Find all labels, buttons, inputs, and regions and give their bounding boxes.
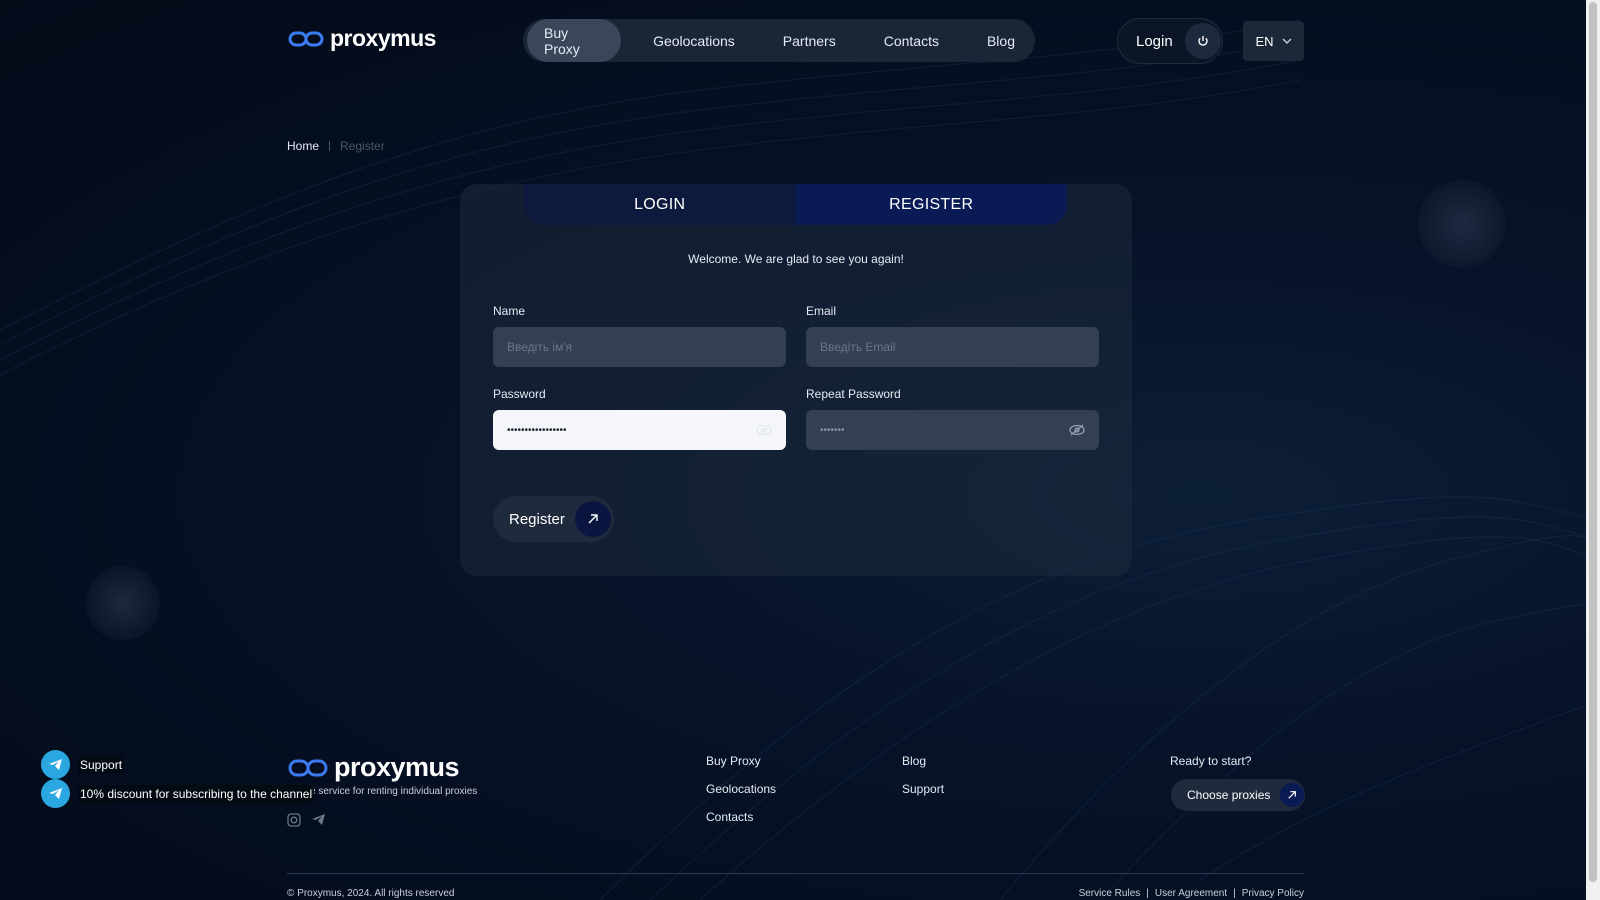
legal-link-user-agreement[interactable]: User Agreement	[1155, 888, 1227, 899]
password-field: Password •••••••••••••••••	[493, 387, 786, 450]
repeat-password-field: Repeat Password •••••••	[806, 387, 1099, 450]
telegram-icon	[41, 750, 70, 779]
tab-register[interactable]: REGISTER	[795, 184, 1067, 225]
tab-login[interactable]: LOGIN	[524, 184, 796, 225]
breadcrumb-current: Register	[340, 139, 385, 153]
arrow-up-right-icon	[574, 501, 611, 537]
password-value: •••••••••••••••••	[507, 424, 567, 436]
language-value: EN	[1255, 33, 1274, 49]
register-button[interactable]: Register	[493, 496, 614, 542]
repeat-password-value: •••••••	[820, 424, 845, 436]
logo-text: proxymus	[330, 25, 436, 51]
choose-proxies-button[interactable]: Choose proxies	[1171, 779, 1305, 811]
support-widget-label: Support	[78, 755, 125, 774]
telegram-icon[interactable]	[311, 813, 326, 826]
decorative-circle-right	[1418, 180, 1506, 268]
legal-links: Service Rules | User Agreement | Privacy…	[1079, 888, 1304, 899]
welcome-text: Welcome. We are glad to see you again!	[688, 252, 904, 266]
eye-off-icon[interactable]	[756, 424, 772, 436]
telegram-icon	[41, 779, 70, 808]
footer-links-col-1: Buy Proxy Geolocations Contacts	[706, 754, 776, 824]
decorative-circle-left	[86, 566, 160, 640]
copyright: © Proxymus, 2024. All rights reserved	[287, 888, 455, 899]
name-label: Name	[493, 304, 526, 318]
nav-item-partners[interactable]: Partners	[767, 19, 852, 62]
legal-link-privacy-policy[interactable]: Privacy Policy	[1242, 888, 1304, 899]
password-input[interactable]: •••••••••••••••••	[493, 410, 786, 450]
auth-tabs: LOGIN REGISTER	[524, 184, 1067, 225]
discount-widget-label: 10% discount for subscribing to the chan…	[78, 784, 315, 803]
breadcrumb-divider	[329, 141, 331, 151]
footer-link-blog[interactable]: Blog	[902, 754, 944, 768]
chevron-down-icon	[1282, 38, 1291, 44]
legal-link-service-rules[interactable]: Service Rules	[1079, 888, 1141, 899]
logo-link-icon	[288, 31, 324, 46]
footer-link-support[interactable]: Support	[902, 782, 944, 796]
header-login-button[interactable]: Login	[1117, 18, 1223, 64]
nav-item-blog[interactable]: Blog	[971, 19, 1031, 62]
support-widget[interactable]: Support	[41, 750, 125, 779]
page-scrollbar[interactable]	[1586, 0, 1600, 900]
nav-item-buy-proxy[interactable]: Buy Proxy	[527, 19, 622, 62]
discount-widget[interactable]: 10% discount for subscribing to the chan…	[41, 779, 315, 808]
eye-off-icon[interactable]	[1069, 424, 1085, 436]
footer-link-geolocations[interactable]: Geolocations	[706, 782, 776, 796]
password-label: Password	[493, 387, 546, 401]
footer-link-contacts[interactable]: Contacts	[706, 810, 776, 824]
breadcrumb: Home Register	[287, 139, 385, 153]
language-select[interactable]: EN	[1243, 21, 1304, 61]
header-logo[interactable]: proxymus	[288, 25, 436, 52]
logo-link-icon	[288, 759, 328, 776]
header-login-label: Login	[1136, 32, 1173, 50]
repeat-password-input[interactable]: •••••••	[806, 410, 1099, 450]
legal-separator: |	[1233, 888, 1236, 899]
legal-separator: |	[1146, 888, 1149, 899]
footer-links-col-2: Blog Support	[902, 754, 944, 796]
instagram-icon[interactable]	[287, 813, 301, 827]
footer-tagline: e service for renting individual proxies	[310, 786, 478, 797]
name-field: Name	[493, 304, 786, 367]
name-input[interactable]	[493, 327, 786, 367]
breadcrumb-home[interactable]: Home	[287, 139, 319, 153]
nav-item-contacts[interactable]: Contacts	[868, 19, 955, 62]
footer-socials	[287, 813, 326, 827]
scrollbar-thumb[interactable]	[1589, 2, 1597, 882]
email-input[interactable]	[806, 327, 1099, 367]
footer-link-buy-proxy[interactable]: Buy Proxy	[706, 754, 776, 768]
email-label: Email	[806, 304, 837, 318]
footer-divider	[287, 873, 1304, 874]
arrow-up-right-icon	[1280, 783, 1305, 807]
register-button-label: Register	[509, 510, 565, 528]
choose-proxies-label: Choose proxies	[1187, 788, 1271, 802]
main-nav: Buy Proxy Geolocations Partners Contacts…	[523, 19, 1035, 62]
footer-cta-title: Ready to start?	[1170, 754, 1252, 768]
power-icon	[1184, 23, 1221, 59]
nav-item-geolocations[interactable]: Geolocations	[637, 19, 751, 62]
auth-card: LOGIN REGISTER Welcome. We are glad to s…	[460, 184, 1132, 576]
repeat-password-label: Repeat Password	[806, 387, 901, 401]
footer-logo-text: proxymus	[334, 752, 460, 782]
email-field: Email	[806, 304, 1099, 367]
